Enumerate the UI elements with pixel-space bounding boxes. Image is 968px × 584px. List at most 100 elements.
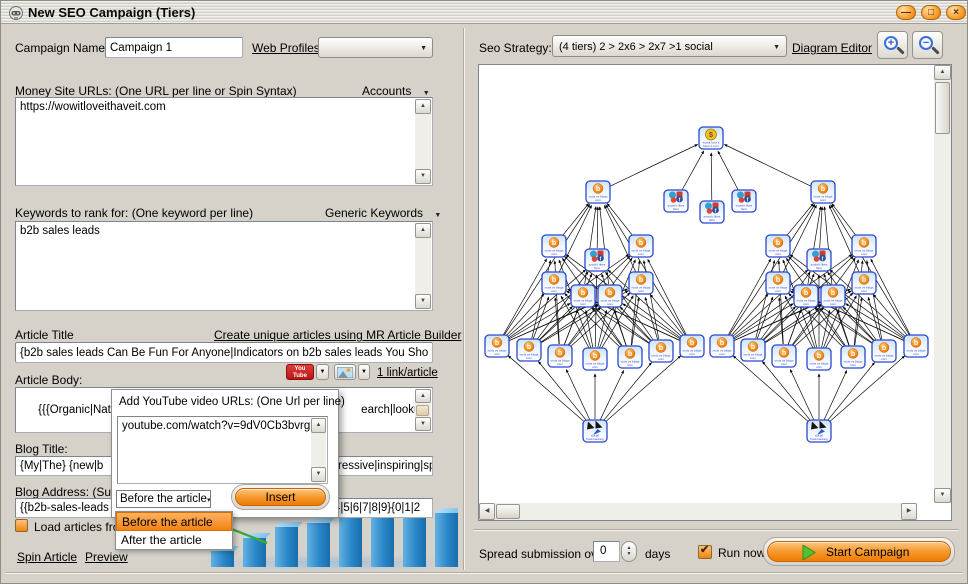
diagram-node-rss[interactable]: socialbookmarking (806, 419, 832, 443)
insert-position-combo[interactable]: Before the article▾ (116, 490, 211, 508)
money-sites-textarea[interactable]: https://wowitloveithaveit.com ▲ ▼ (15, 97, 433, 186)
diagram-node-blog[interactable]: bmois vs blogscom (793, 284, 819, 308)
diagram-node-blog[interactable]: bmois vs blogscom (851, 234, 877, 258)
keywords-textarea[interactable]: b2b sales leads ▲ ▼ (15, 221, 433, 311)
diagram-node-blog[interactable]: bmois vs blogscom (541, 234, 567, 258)
svg-text:b: b (817, 353, 821, 360)
menu-item-before-article[interactable]: Before the article (116, 512, 232, 531)
generic-keywords-dropdown[interactable]: Generic Keywords ▼ (325, 206, 441, 220)
diagram-node-blog[interactable]: bmois vs blogscom (765, 234, 791, 258)
title-bar[interactable]: New SEO Campaign (Tiers) — □ × (1, 1, 967, 24)
diagram-node-blog[interactable]: bmois vs blogscom (617, 345, 643, 369)
scroll-up-icon[interactable]: ▲ (415, 99, 431, 114)
scrollbar[interactable]: ▲ ▼ (311, 418, 326, 482)
diagram-node-blog[interactable]: bmois vs blogscom (709, 334, 735, 358)
seo-strategy-combo[interactable]: (4 tiers) 2 > 2x6 > 2x7 >1 social ▼ (552, 35, 787, 57)
diagram-node-blog[interactable]: bmois vs blogscom (547, 344, 573, 368)
scroll-down-icon[interactable]: ▼ (415, 169, 431, 184)
scrollbar[interactable]: ▲ ▼ (415, 223, 431, 309)
stepper-up-icon[interactable]: ▲ (622, 542, 636, 551)
scroll-up-icon[interactable]: ▲ (934, 65, 951, 80)
diagram-node-blog[interactable]: bmois vs blogscom (851, 271, 877, 295)
svg-text:com: com (551, 289, 557, 293)
insert-image-button[interactable] (334, 364, 356, 380)
scroll-down-icon[interactable]: ▼ (934, 488, 951, 503)
seo-diagram[interactable]: $wowit love ithave it com fsocial t likes… (479, 65, 933, 502)
scroll-up-icon[interactable]: ▲ (415, 223, 431, 238)
diagram-node-blog[interactable]: bmois vs blogscom (597, 284, 623, 308)
web-profiles-combo[interactable]: ▼ (318, 37, 433, 58)
stepper-down-icon[interactable]: ▼ (622, 551, 636, 557)
youtube-button[interactable]: You Tube (286, 364, 314, 380)
spin-article-link[interactable]: Spin Article (17, 550, 77, 564)
image-dropdown-button[interactable]: ▼ (358, 364, 370, 380)
diagram-node-blog[interactable]: bmois vs blogscom (516, 338, 542, 362)
diagram-node-social[interactable]: fsocial t likesfans (584, 248, 610, 272)
spread-days-input[interactable]: 0 (593, 541, 620, 562)
campaign-name-label: Campaign Name: (15, 41, 109, 55)
vscroll-thumb[interactable] (935, 82, 950, 134)
diagram-node-social[interactable]: fsocial t likesfans (663, 189, 689, 213)
diagram-editor-link[interactable]: Diagram Editor (792, 41, 872, 55)
preview-link[interactable]: Preview (85, 550, 128, 564)
hscroll-thumb[interactable] (496, 504, 520, 519)
diagram-node-blog[interactable]: bmois vs blogscom (484, 334, 510, 358)
maximize-button[interactable]: □ (921, 5, 941, 20)
load-articles-checkbox[interactable] (15, 519, 28, 532)
diagram-node-blog[interactable]: bmois vs blogscom (820, 284, 846, 308)
start-campaign-button[interactable]: Start Campaign (767, 541, 951, 562)
links-per-article-link[interactable]: 1 link/article (377, 367, 438, 379)
scroll-up-icon[interactable]: ▲ (311, 418, 326, 433)
run-now-checkbox[interactable]: ✔ (698, 544, 712, 559)
diagram-node-money[interactable]: $wowit love ithave it com (698, 126, 724, 150)
web-profiles-link[interactable]: Web Profiles (252, 41, 320, 55)
diagram-node-blog[interactable]: bmois vs blogscom (628, 234, 654, 258)
scrollbar[interactable]: ▲ ▼ (415, 99, 431, 184)
svg-text:b: b (690, 340, 694, 347)
insert-button[interactable]: Insert (235, 488, 326, 506)
scroll-up-icon[interactable]: ▲ (415, 389, 431, 403)
article-builder-link[interactable]: Create unique articles using MR Article … (214, 328, 461, 342)
diagram-node-blog[interactable]: bmois vs blogscom (582, 347, 608, 371)
menu-item-after-article[interactable]: After the article (116, 531, 232, 550)
diagram-node-blog[interactable]: bmois vs blogscom (871, 339, 897, 363)
diagram-node-blog[interactable]: bmois vs blogscom (810, 180, 836, 204)
diagram-node-blog[interactable]: bmois vs blogscom (628, 271, 654, 295)
svg-text:com: com (803, 302, 809, 306)
panel-divider (463, 28, 465, 570)
close-button[interactable]: × (946, 5, 966, 20)
diagram-hscrollbar[interactable]: ◀ ▶ (479, 503, 917, 520)
diagram-node-blog[interactable]: bmois vs blogscom (570, 284, 596, 308)
diagram-node-social[interactable]: fsocial t likesfans (699, 200, 725, 224)
diagram-node-blog[interactable]: bmois vs blogscom (903, 334, 929, 358)
spread-days-stepper[interactable]: ▲ ▼ (621, 541, 637, 562)
diagram-node-blog[interactable]: bmois vs blogscom (585, 180, 611, 204)
zoom-out-button[interactable]: − (912, 31, 943, 59)
scroll-down-icon[interactable]: ▼ (311, 467, 326, 482)
diagram-vscrollbar[interactable]: ▲ ▼ (934, 65, 951, 503)
minimize-button[interactable]: — (896, 5, 916, 20)
diagram-node-blog[interactable]: bmois vs blogscom (806, 347, 832, 371)
youtube-url-textarea[interactable]: youtube.com/watch?v=9dV0Cb3bvrg ▲ ▼ (117, 416, 328, 484)
scroll-left-icon[interactable]: ◀ (479, 503, 495, 520)
diagram-node-blog[interactable]: bmois vs blogscom (840, 345, 866, 369)
scroll-down-icon[interactable]: ▼ (415, 294, 431, 309)
diagram-node-blog[interactable]: bmois vs blogscom (740, 338, 766, 362)
campaign-name-input[interactable] (105, 37, 243, 58)
diagram-node-blog[interactable]: bmois vs blogscom (765, 271, 791, 295)
diagram-node-blog[interactable]: bmois vs blogscom (771, 344, 797, 368)
scroll-down-icon[interactable]: ▼ (415, 417, 431, 431)
accounts-dropdown[interactable]: Accounts ▼ (362, 84, 430, 98)
diagram-node-social[interactable]: fsocial t likesfans (731, 189, 757, 213)
diagram-node-social[interactable]: fsocial t likesfans (806, 248, 832, 272)
diagram-node-rss[interactable]: socialbookmarking (582, 419, 608, 443)
diagram-node-blog[interactable]: bmois vs blogscom (648, 339, 674, 363)
scroll-thumb[interactable] (416, 405, 429, 416)
zoom-in-button[interactable]: + (877, 31, 908, 59)
scrollbar[interactable]: ▲ ▼ (415, 389, 431, 431)
diagram-node-blog[interactable]: bmois vs blogscom (679, 334, 705, 358)
diagram-node-blog[interactable]: bmois vs blogscom (541, 271, 567, 295)
article-title-input[interactable] (15, 342, 433, 363)
youtube-dropdown-button[interactable]: ▼ (316, 364, 329, 380)
scroll-right-icon[interactable]: ▶ (901, 503, 917, 520)
